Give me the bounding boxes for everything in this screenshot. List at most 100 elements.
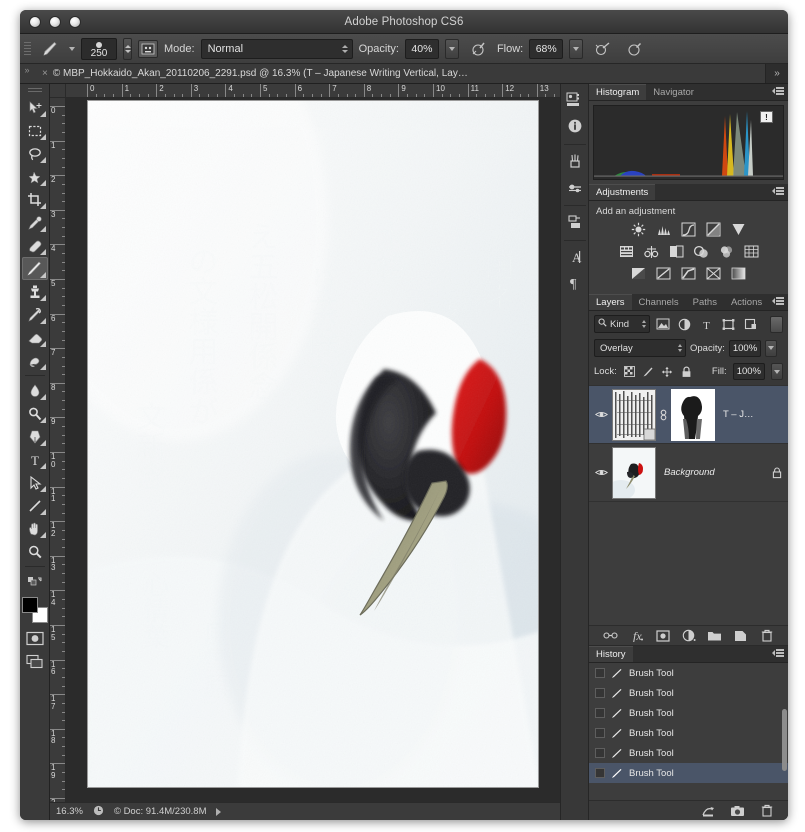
foreground-color-swatch[interactable]: [21, 597, 38, 613]
histogram-warning-icon[interactable]: !: [760, 111, 773, 123]
layer-blend-mode-select[interactable]: Overlay: [594, 339, 686, 357]
panel-menu-icon[interactable]: [772, 649, 784, 657]
new-snapshot-from-state-icon[interactable]: [701, 803, 716, 818]
gradient-map-icon[interactable]: [704, 265, 723, 282]
panel-menu-icon[interactable]: [772, 87, 784, 95]
tab-histogram[interactable]: Histogram: [589, 84, 647, 100]
history-brush-tool[interactable]: [22, 303, 48, 326]
list-item[interactable]: Brush Tool: [589, 743, 788, 763]
blend-mode-select[interactable]: Normal: [200, 38, 353, 59]
histogram-graph[interactable]: !: [593, 105, 784, 180]
layer-mask-link-icon[interactable]: [659, 409, 668, 421]
crop-tool[interactable]: [22, 188, 48, 211]
paragraph-panel-icon[interactable]: ¶: [563, 271, 587, 295]
delete-layer-icon[interactable]: [759, 628, 774, 643]
brush-tool-preset-caret[interactable]: [69, 46, 75, 51]
brush-panel-icon[interactable]: [138, 39, 158, 58]
gradient-tool[interactable]: [22, 349, 48, 372]
pen-tool[interactable]: [22, 425, 48, 448]
lock-position-icon[interactable]: [661, 365, 674, 379]
brush-panel-icon[interactable]: [563, 149, 587, 173]
brightness-contrast-icon[interactable]: [629, 221, 648, 238]
layer-name[interactable]: Background: [659, 467, 767, 478]
brush-size-picker[interactable]: 250: [81, 37, 117, 60]
screen-mode-icon[interactable]: [22, 650, 48, 673]
character-panel-icon[interactable]: A: [563, 245, 587, 269]
layers-list[interactable]: T – J… Background: [589, 385, 788, 625]
layer-name[interactable]: T – J…: [718, 409, 784, 420]
hue-saturation-icon[interactable]: [617, 243, 636, 260]
history-snapshot-checkbox[interactable]: [595, 688, 605, 698]
vibrance-icon[interactable]: [729, 221, 748, 238]
filter-shape-icon[interactable]: [719, 315, 738, 333]
tab-channels[interactable]: Channels: [632, 294, 686, 310]
minimize-button[interactable]: [49, 15, 61, 28]
eraser-tool[interactable]: [22, 326, 48, 349]
layer-fill-dropdown[interactable]: [771, 363, 783, 380]
document-tab[interactable]: × © MBP_Hokkaido_Akan_20110206_2291.psd …: [34, 64, 766, 83]
path-selection-tool[interactable]: [22, 471, 48, 494]
flow-dropdown-button[interactable]: [569, 38, 584, 59]
layer-fill-input[interactable]: 100%: [732, 363, 765, 380]
new-adjustment-layer-icon[interactable]: [681, 628, 696, 643]
info-icon[interactable]: [563, 114, 587, 138]
vertical-ruler[interactable]: 01234567891011121314151617181920: [50, 98, 66, 802]
color-swatches[interactable]: [21, 597, 48, 623]
history-snapshot-checkbox[interactable]: [595, 668, 605, 678]
tab-history[interactable]: History: [589, 646, 633, 662]
tab-bar-grip[interactable]: »: [20, 64, 34, 83]
list-item[interactable]: Brush Tool: [589, 723, 788, 743]
horizontal-ruler[interactable]: 0 1 2 3 4 5 6 7 8 9 10 11 12 13: [66, 84, 560, 98]
flow-input[interactable]: 68%: [529, 38, 564, 59]
add-layer-mask-icon[interactable]: [655, 628, 670, 643]
levels-icon[interactable]: [654, 221, 673, 238]
window-controls[interactable]: [20, 15, 81, 28]
brush-tool-icon[interactable]: [37, 38, 63, 60]
history-snapshot-checkbox[interactable]: [595, 708, 605, 718]
new-layer-icon[interactable]: [733, 628, 748, 643]
layer-visibility-toggle[interactable]: [593, 410, 609, 419]
quick-mask-mode-icon[interactable]: [22, 627, 48, 650]
clone-stamp-tool[interactable]: [22, 280, 48, 303]
airbrush-icon[interactable]: [589, 38, 615, 60]
list-item[interactable]: Brush Tool: [589, 763, 788, 783]
close-button[interactable]: [29, 15, 41, 28]
link-layers-icon[interactable]: [603, 628, 618, 643]
brush-size-spinner[interactable]: [123, 37, 132, 60]
pressure-size-icon[interactable]: [621, 38, 647, 60]
eyedropper-tool[interactable]: [22, 211, 48, 234]
layer-thumbnail[interactable]: [612, 388, 656, 441]
black-white-icon[interactable]: [667, 243, 686, 260]
curves-icon[interactable]: [679, 221, 698, 238]
hand-tool[interactable]: [22, 517, 48, 540]
lock-all-icon[interactable]: [680, 365, 693, 379]
exposure-icon[interactable]: [704, 221, 723, 238]
invert-icon[interactable]: [629, 265, 648, 282]
pressure-opacity-icon[interactable]: [465, 38, 491, 60]
photo-filter-icon[interactable]: [692, 243, 711, 260]
play-arrow-icon[interactable]: [216, 807, 222, 816]
rectangular-marquee-tool[interactable]: [22, 119, 48, 142]
lock-image-pixels-icon[interactable]: [642, 365, 655, 379]
dodge-tool[interactable]: [22, 402, 48, 425]
list-item[interactable]: Brush Tool: [589, 703, 788, 723]
filter-type-icon[interactable]: T: [697, 315, 716, 333]
tab-adjustments[interactable]: Adjustments: [589, 184, 656, 200]
history-snapshot-checkbox[interactable]: [595, 748, 605, 758]
default-colors-icon[interactable]: [22, 570, 48, 593]
zoom-tool[interactable]: [22, 540, 48, 563]
opacity-dropdown-button[interactable]: [444, 38, 459, 59]
opacity-input[interactable]: 40%: [404, 38, 439, 59]
table-row[interactable]: T – J…: [589, 386, 788, 444]
panel-menu-icon[interactable]: [772, 187, 784, 195]
filter-adjustment-icon[interactable]: [675, 315, 694, 333]
new-group-icon[interactable]: [707, 628, 722, 643]
type-tool[interactable]: T: [22, 448, 48, 471]
list-item[interactable]: Brush Tool: [589, 663, 788, 683]
options-bar-grip[interactable]: [24, 39, 31, 59]
tab-paths[interactable]: Paths: [686, 294, 724, 310]
selective-color-icon[interactable]: [729, 265, 748, 282]
mini-bridge-icon[interactable]: [563, 88, 587, 112]
lasso-tool[interactable]: [22, 142, 48, 165]
chevron-double-right-icon[interactable]: »: [766, 64, 788, 83]
